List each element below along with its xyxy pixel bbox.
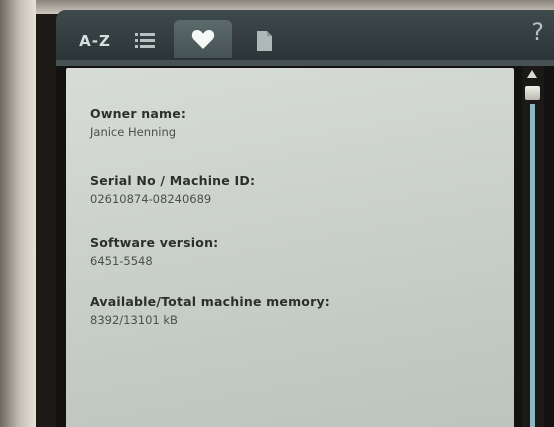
memory-value: 8392/13101 kB	[90, 313, 178, 327]
scroll-thumb[interactable]	[525, 86, 540, 100]
owner-field: Owner name: Janice Henning	[90, 106, 186, 139]
software-field: Software version: 6451-5548	[90, 235, 218, 268]
scroll-up-arrow-icon[interactable]	[527, 70, 537, 78]
owner-label: Owner name:	[90, 106, 187, 121]
serial-value: 02610874-08240689	[90, 192, 212, 206]
scroll-rail[interactable]	[530, 104, 535, 427]
memory-field: Available/Total machine memory: 8392/131…	[90, 294, 330, 327]
list-icon	[135, 33, 155, 48]
software-label: Software version:	[90, 235, 219, 250]
tab-a-z[interactable]: A-Z	[70, 26, 120, 56]
tab-list[interactable]	[124, 26, 166, 56]
serial-label: Serial No / Machine ID:	[90, 173, 256, 188]
help-button[interactable]: ?	[531, 18, 544, 46]
tab-document[interactable]	[244, 26, 284, 56]
serial-field: Serial No / Machine ID: 02610874-0824068…	[90, 173, 255, 206]
tab-favorites[interactable]	[174, 20, 232, 58]
scrollbar[interactable]	[522, 66, 544, 427]
owner-value: Janice Henning	[90, 125, 177, 139]
machine-info-panel: Owner name: Janice Henning Serial No / M…	[66, 68, 514, 427]
tab-bar: A-Z ?	[56, 10, 554, 66]
heart-icon	[191, 30, 215, 49]
software-value: 6451-5548	[90, 254, 153, 268]
memory-label: Available/Total machine memory:	[90, 294, 331, 309]
device-bezel-left	[0, 0, 36, 427]
tab-a-z-label: A-Z	[79, 32, 111, 50]
tab-bar-divider	[56, 60, 554, 66]
photo-frame: A-Z ? Owner name: Janice Henning Serial …	[0, 0, 554, 427]
device-screen: A-Z ? Owner name: Janice Henning Serial …	[56, 10, 554, 427]
document-icon	[257, 31, 272, 51]
